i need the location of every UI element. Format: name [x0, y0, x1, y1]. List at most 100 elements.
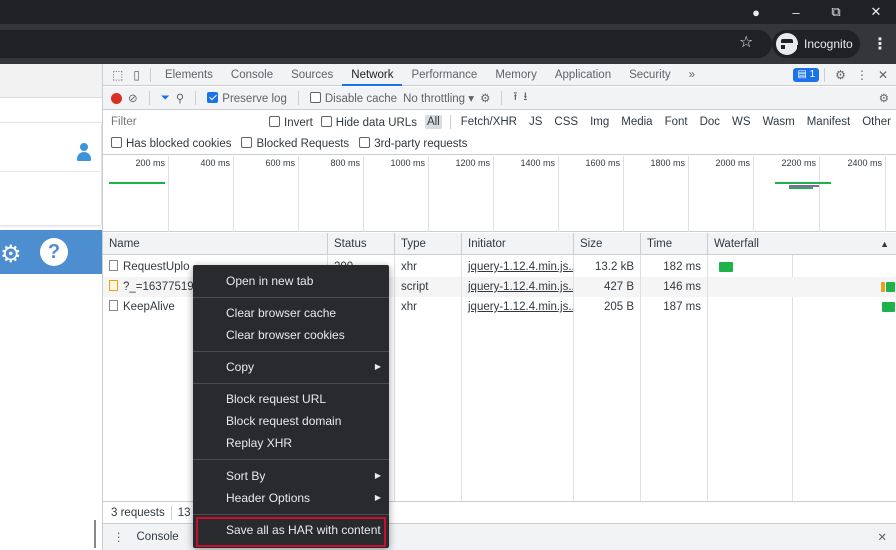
tab-elements[interactable]: Elements — [156, 64, 222, 86]
minimize-button[interactable]: – — [776, 0, 816, 24]
column-status[interactable]: Status — [328, 233, 395, 255]
drawer-tab-console[interactable]: Console — [137, 531, 179, 543]
overview-bar — [109, 182, 165, 184]
request-count: 3 requests — [111, 506, 165, 519]
highlight-annotation-box — [196, 517, 386, 547]
invert-checkbox[interactable]: Invert — [269, 115, 313, 129]
blocked-requests-checkbox[interactable]: Blocked Requests — [241, 137, 349, 150]
address-bar[interactable] — [0, 30, 772, 58]
third-party-requests-checkbox[interactable]: 3rd-party requests — [359, 137, 468, 150]
network-settings-icon[interactable]: ⚙ — [879, 91, 889, 105]
transfer-summary: 13 — [177, 506, 191, 519]
issues-badge[interactable]: ▤ 1 — [793, 67, 820, 82]
type-filter-media[interactable]: Media — [619, 115, 654, 129]
type-filter-font[interactable]: Font — [663, 115, 690, 129]
tab-performance[interactable]: Performance — [402, 64, 486, 86]
timeline-tick: 800 ms — [299, 156, 364, 232]
help-icon[interactable]: ? — [40, 238, 68, 266]
submenu-arrow-icon: ▶ — [374, 362, 381, 371]
tab-network[interactable]: Network — [342, 64, 403, 86]
request-initiator[interactable]: jquery-1.12.4.min.js... — [462, 257, 574, 277]
more-tabs-button[interactable]: » — [680, 64, 704, 86]
submenu-arrow-icon: ▶ — [374, 471, 381, 480]
network-conditions-icon[interactable]: ⚙ — [480, 91, 490, 105]
device-toolbar-icon[interactable]: ▯ — [128, 68, 145, 82]
settings-gear-icon[interactable]: ⚙ — [0, 240, 22, 269]
xhr-file-icon — [109, 300, 118, 311]
bookmark-star-icon[interactable]: ☆ — [739, 32, 753, 52]
tab-memory[interactable]: Memory — [486, 64, 546, 86]
filter-funnel-icon[interactable]: ⏷ — [161, 92, 170, 105]
column-size[interactable]: Size — [574, 233, 641, 255]
inspect-element-icon[interactable]: ⬚ — [107, 68, 128, 82]
column-time[interactable]: Time — [641, 233, 708, 255]
menu-item-replay-xhr[interactable]: Replay XHR — [193, 432, 389, 454]
menu-item-clear-browser-cache[interactable]: Clear browser cache — [193, 302, 389, 324]
column-type[interactable]: Type — [395, 233, 462, 255]
tab-application[interactable]: Application — [546, 64, 620, 86]
devtools-menu-icon[interactable]: ⋮ — [851, 68, 873, 82]
search-icon[interactable]: ⚲ — [176, 91, 184, 105]
chrome-menu-icon[interactable]: ⋮ — [872, 34, 888, 54]
drawer-menu-icon[interactable]: ⋮ — [113, 530, 125, 544]
request-initiator[interactable]: jquery-1.12.4.min.js... — [462, 277, 574, 297]
record-icon[interactable] — [111, 92, 122, 104]
timeline-overview[interactable]: 200 ms 400 ms 600 ms 800 ms 1000 ms 1200… — [103, 156, 896, 232]
network-toolbar: ⊘ ⏷ ⚲ Preserve log Disable cache No thro… — [103, 87, 896, 110]
tab-sources[interactable]: Sources — [282, 64, 342, 86]
sort-up-icon[interactable]: ▲ — [880, 233, 889, 255]
hide-data-urls-checkbox[interactable]: Hide data URLs — [320, 115, 417, 129]
close-devtools-icon[interactable]: ✕ — [873, 68, 893, 82]
tab-security[interactable]: Security — [620, 64, 680, 86]
type-filter-css[interactable]: CSS — [552, 115, 580, 129]
type-filter-wasm[interactable]: Wasm — [761, 115, 797, 129]
title-bar: ● – ⧉ ✕ — [0, 0, 896, 24]
menu-item-clear-browser-cookies[interactable]: Clear browser cookies — [193, 324, 389, 346]
settings-gear-icon[interactable]: ⚙ — [830, 68, 851, 82]
menu-item-block-request-url[interactable]: Block request URL — [193, 388, 389, 410]
export-har-icon[interactable]: ⭳ — [523, 89, 527, 108]
menu-item-copy[interactable]: Copy ▶ — [193, 356, 389, 378]
menu-item-sort-by[interactable]: Sort By ▶ — [193, 465, 389, 487]
import-har-icon[interactable]: ⭱ — [513, 89, 517, 108]
type-filter-img[interactable]: Img — [588, 115, 611, 129]
preserve-log-checkbox[interactable]: Preserve log — [207, 91, 287, 105]
waterfall-bar — [881, 282, 885, 292]
incognito-label: Incognito — [804, 37, 853, 51]
type-filter-other[interactable]: Other — [860, 115, 893, 129]
clear-icon[interactable]: ⊘ — [128, 91, 138, 105]
throttling-select[interactable]: No throttling ▾ — [403, 91, 474, 105]
filter-input[interactable] — [111, 113, 261, 131]
request-size: 13.2 kB — [574, 257, 641, 277]
menu-item-header-options[interactable]: Header Options ▶ — [193, 487, 389, 509]
incognito-indicator[interactable]: Incognito — [772, 30, 860, 58]
page-header — [0, 64, 102, 98]
timeline-tick: 1400 ms — [494, 156, 559, 232]
request-initiator[interactable]: jquery-1.12.4.min.js... — [462, 297, 574, 317]
tab-console[interactable]: Console — [222, 64, 282, 86]
user-icon[interactable] — [77, 143, 91, 161]
close-drawer-icon[interactable]: ✕ — [877, 530, 887, 544]
timeline-tick: 600 ms — [234, 156, 299, 232]
type-filter-ws[interactable]: WS — [730, 115, 753, 129]
column-initiator[interactable]: Initiator — [462, 233, 574, 255]
type-filter-fetch-xhr[interactable]: Fetch/XHR — [459, 115, 519, 129]
type-filter-js[interactable]: JS — [527, 115, 544, 129]
type-filter-manifest[interactable]: Manifest — [805, 115, 852, 129]
type-filter-all[interactable]: All — [424, 115, 442, 129]
devtools-tab-bar: ⬚ ▯ Elements Console Sources Network Per… — [103, 64, 896, 86]
timeline-tick: 1000 ms — [364, 156, 429, 232]
has-blocked-cookies-checkbox[interactable]: Has blocked cookies — [111, 137, 231, 150]
menu-item-block-request-domain[interactable]: Block request domain — [193, 410, 389, 432]
menu-item-open-in-new-tab[interactable]: Open in new tab — [193, 270, 389, 292]
type-filter-doc[interactable]: Doc — [698, 115, 722, 129]
profile-dot-icon[interactable]: ● — [736, 0, 776, 24]
table-header: Name Status Type Initiator Size Time Wat… — [103, 233, 896, 255]
disable-cache-checkbox[interactable]: Disable cache — [309, 91, 397, 105]
restore-button[interactable]: ⧉ — [816, 0, 856, 24]
close-window-button[interactable]: ✕ — [856, 0, 896, 24]
column-name[interactable]: Name — [103, 233, 328, 255]
resize-handle[interactable] — [94, 520, 96, 548]
column-waterfall[interactable]: Waterfall ▲ — [708, 233, 896, 255]
overview-bar — [789, 187, 813, 189]
